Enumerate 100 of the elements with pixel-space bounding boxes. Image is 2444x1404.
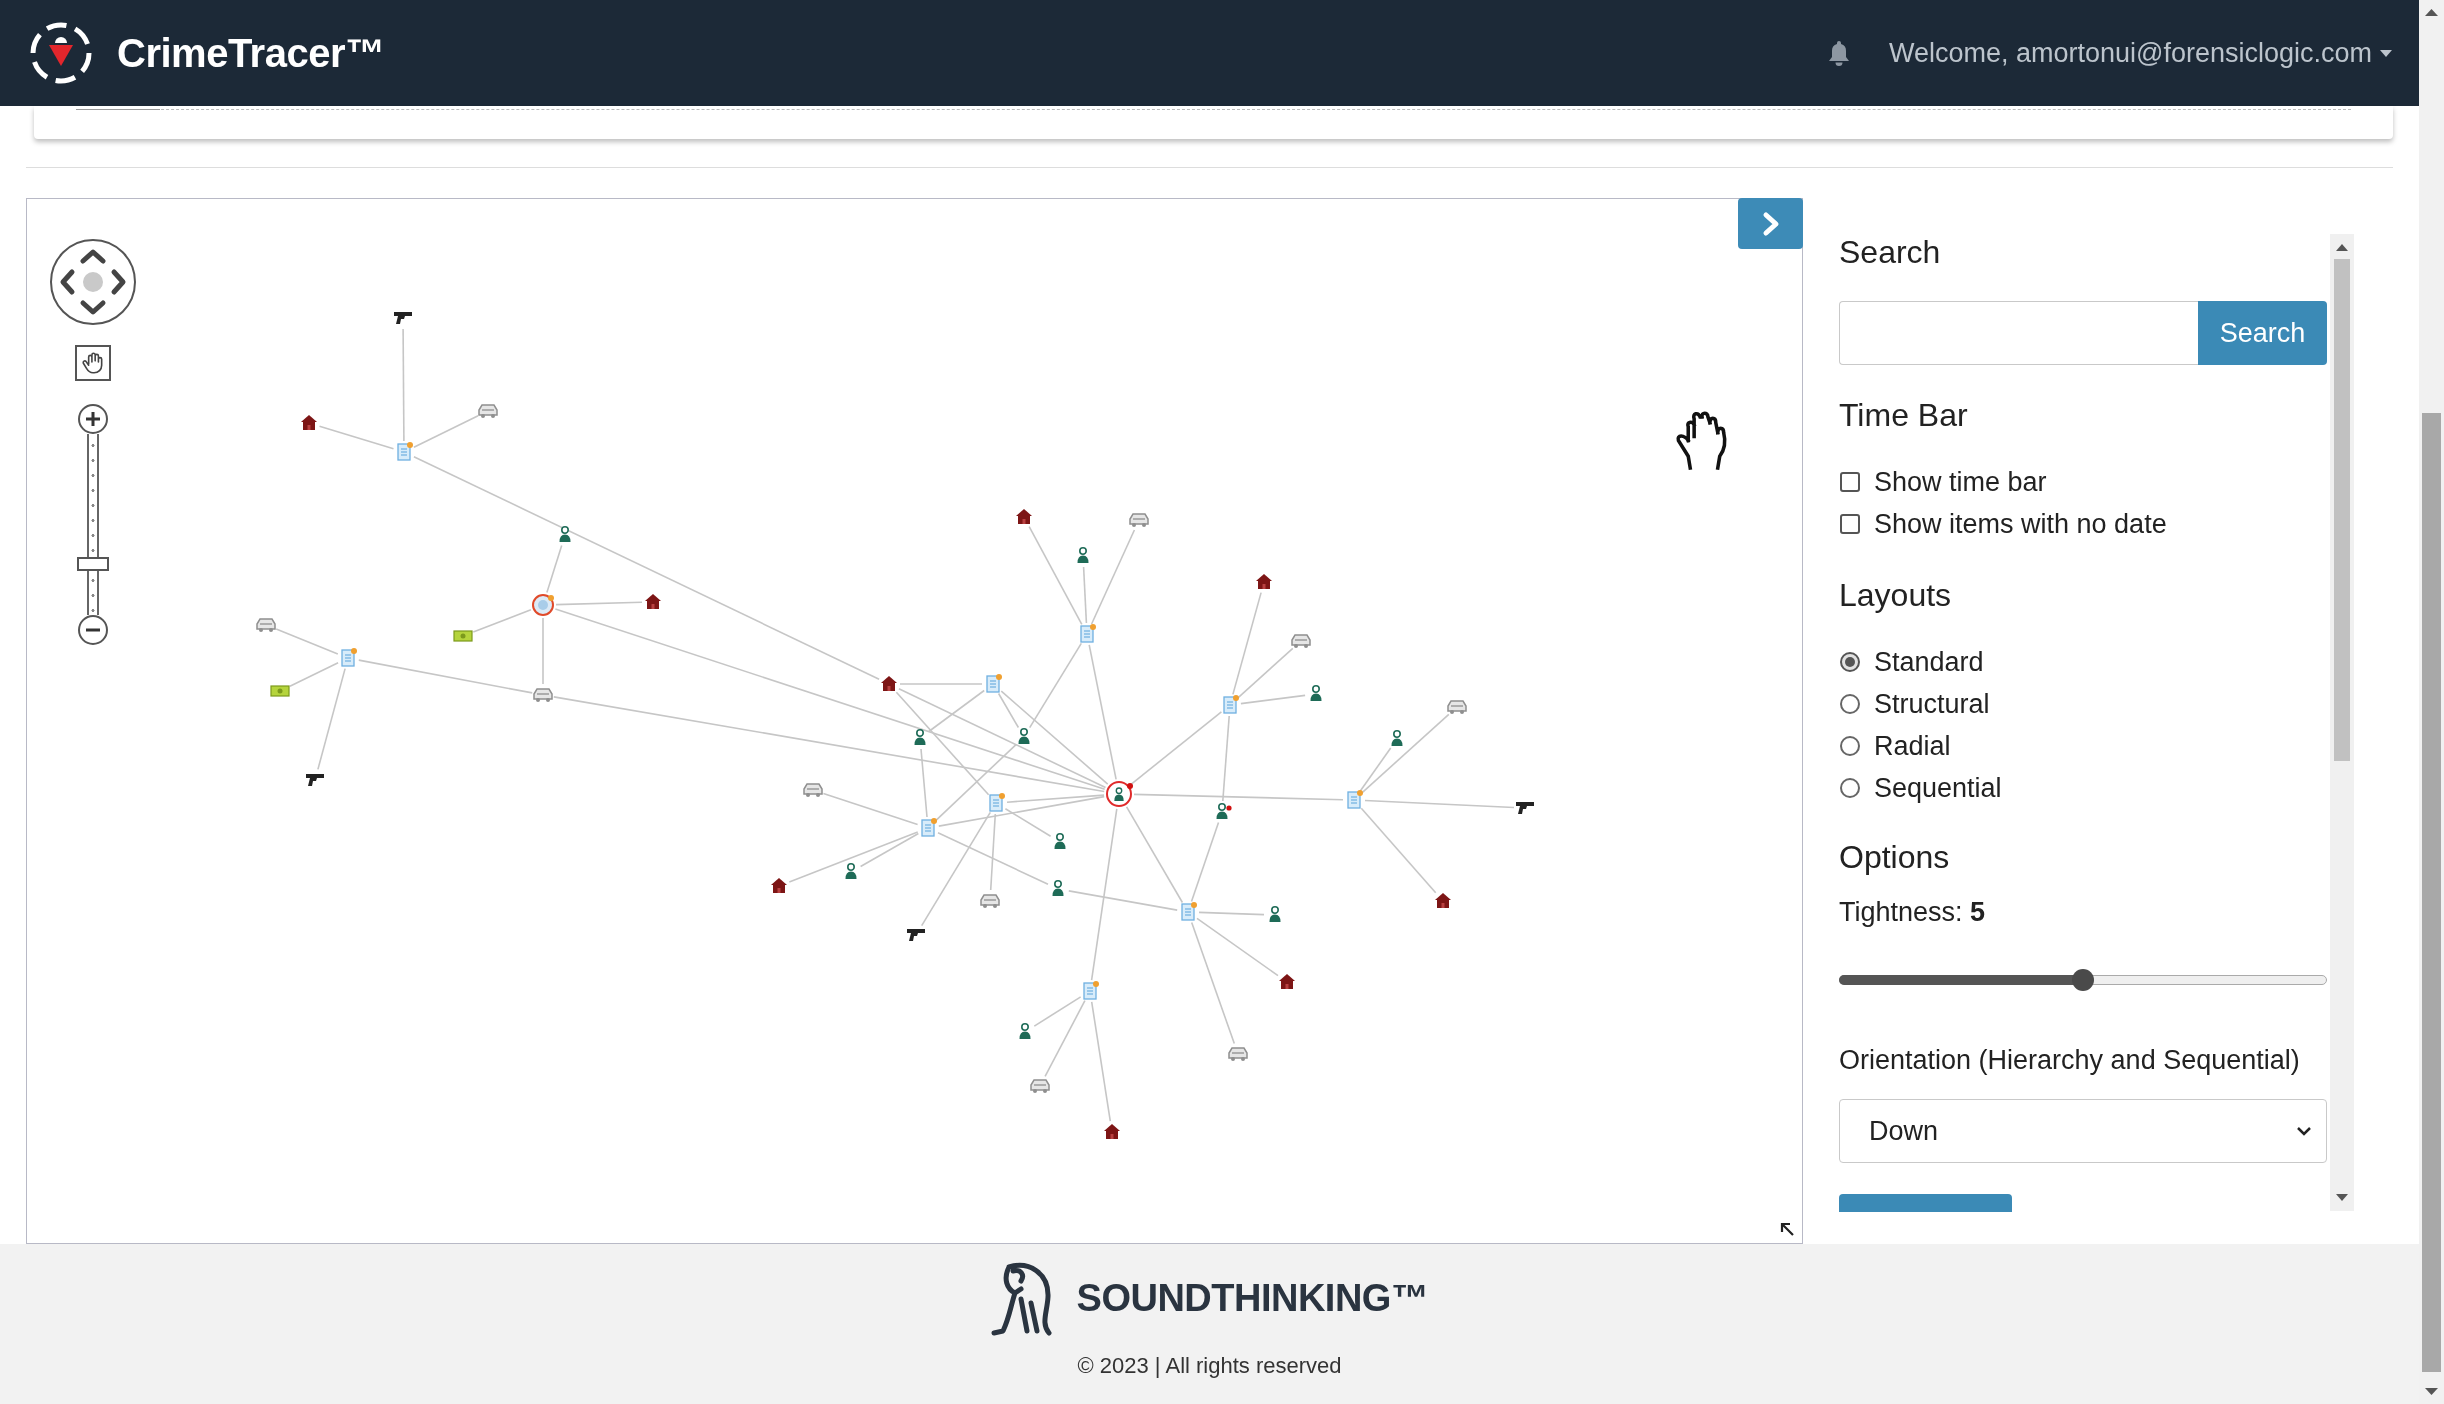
collapse-panel-button[interactable] <box>1738 198 1803 249</box>
ringed-node-icon <box>532 594 554 616</box>
document-icon <box>921 818 937 837</box>
slider-thumb[interactable] <box>2072 969 2094 991</box>
chevron-down-icon <box>2296 1126 2312 1136</box>
connector-line <box>275 628 339 655</box>
house-icon <box>301 415 317 430</box>
person-icon <box>559 526 571 542</box>
person-icon <box>1052 880 1064 896</box>
pan-control[interactable] <box>50 239 136 325</box>
section-heading: Search <box>1839 234 1942 270</box>
gun-icon <box>306 774 324 786</box>
car-icon <box>1129 513 1149 527</box>
logo-wordmark: SOUNDTHINKING™ <box>1076 1276 1429 1320</box>
house-icon <box>1435 893 1451 908</box>
section-heading: Options <box>1839 839 1951 875</box>
scroll-up-arrow-icon[interactable] <box>2425 8 2438 16</box>
arrow-up-left-icon[interactable] <box>1778 1220 1796 1238</box>
person-icon <box>1216 803 1232 819</box>
document-icon <box>986 674 1002 693</box>
car-icon <box>1228 1047 1248 1061</box>
chevron-left-icon[interactable] <box>60 269 75 295</box>
radio-label[interactable]: Radial <box>1874 729 1951 763</box>
radio-button[interactable] <box>1840 778 1860 798</box>
checkbox[interactable] <box>1840 514 1860 534</box>
document-icon <box>1083 981 1099 1000</box>
chevron-up-icon[interactable] <box>80 249 106 264</box>
section-heading: Time Bar <box>1839 397 1969 433</box>
tightness-label: Tightness: 5 <box>1839 896 1987 929</box>
radio-label[interactable]: Structural <box>1874 687 1990 721</box>
car-icon <box>1030 1079 1050 1093</box>
radio-button[interactable] <box>1840 694 1860 714</box>
caret-down-icon <box>2380 49 2392 57</box>
person-icon <box>1391 730 1403 746</box>
chevron-right-icon[interactable] <box>111 269 126 295</box>
scrollbar-thumb[interactable] <box>2334 259 2350 761</box>
person-icon <box>914 729 926 745</box>
person-icon <box>1269 906 1281 922</box>
checkbox-label[interactable]: Show time bar <box>1874 465 2047 499</box>
gun-icon <box>907 929 925 941</box>
copyright-text: © 2023 | All rights reserved <box>1077 1352 1342 1380</box>
car-icon <box>478 404 498 418</box>
bell-icon[interactable] <box>1826 39 1851 67</box>
radio-label[interactable]: Standard <box>1874 645 1984 679</box>
person-icon <box>1310 685 1322 701</box>
house-icon <box>771 878 787 893</box>
document-icon <box>341 648 357 667</box>
zoom-slider-thumb[interactable] <box>77 557 109 572</box>
document-icon <box>397 442 413 461</box>
car-icon <box>1291 634 1311 648</box>
person-icon <box>1018 728 1030 744</box>
connector-line <box>413 415 479 448</box>
car-icon <box>803 783 823 797</box>
brand-name: CrimeTracer™ <box>117 30 385 76</box>
zoom-in-button[interactable] <box>78 404 108 434</box>
scroll-up-arrow-icon[interactable] <box>2336 243 2348 251</box>
person-icon <box>1077 547 1089 563</box>
scroll-down-arrow-icon[interactable] <box>2425 1388 2438 1396</box>
search-field[interactable] <box>1839 301 2198 365</box>
section-heading: Layouts <box>1839 577 1953 613</box>
zoom-out-button[interactable] <box>78 615 108 645</box>
user-menu[interactable]: Welcome, amortonui@forensiclogic.com <box>1888 37 2392 69</box>
zoom-slider[interactable] <box>77 434 109 615</box>
radio-button[interactable] <box>1840 736 1860 756</box>
scrollbar-thumb[interactable] <box>2422 413 2441 1372</box>
orientation-select[interactable]: Down <box>1839 1099 2327 1163</box>
house-icon <box>1279 974 1295 989</box>
ringed-person-icon <box>1106 781 1133 807</box>
chevron-down-icon[interactable] <box>80 300 106 315</box>
checkbox-label[interactable]: Show items with no date <box>1874 507 2167 541</box>
plus-icon <box>85 411 101 427</box>
radio-label[interactable]: Sequential <box>1874 771 2002 805</box>
gun-icon <box>394 312 412 324</box>
car-icon <box>980 894 1000 908</box>
car-icon <box>1447 700 1467 714</box>
document-icon <box>1181 902 1197 921</box>
document-icon <box>1347 790 1363 809</box>
scroll-down-arrow-icon[interactable] <box>2336 1194 2348 1202</box>
money-icon <box>270 685 290 697</box>
house-icon <box>881 676 897 691</box>
document-icon <box>1223 695 1239 714</box>
person-icon <box>845 863 857 879</box>
house-icon <box>1256 574 1272 589</box>
house-icon <box>645 594 661 609</box>
car-icon <box>533 688 553 702</box>
document-icon <box>1080 624 1096 643</box>
center-dot-icon[interactable] <box>83 272 103 292</box>
car-icon <box>256 618 276 632</box>
house-icon <box>1016 509 1032 524</box>
radio-button[interactable] <box>1840 652 1860 672</box>
tightness-slider[interactable] <box>1839 968 2327 992</box>
document-icon <box>989 793 1005 812</box>
checkbox[interactable] <box>1840 472 1860 492</box>
orientation-label: Orientation (Hierarchy and Sequential) <box>1839 1044 2301 1077</box>
person-icon <box>1054 833 1066 849</box>
person-icon <box>1019 1023 1031 1039</box>
pan-mode-button[interactable] <box>75 345 111 381</box>
search-button[interactable]: Search <box>2198 301 2327 365</box>
money-icon <box>453 630 473 642</box>
gun-icon <box>1516 802 1534 814</box>
